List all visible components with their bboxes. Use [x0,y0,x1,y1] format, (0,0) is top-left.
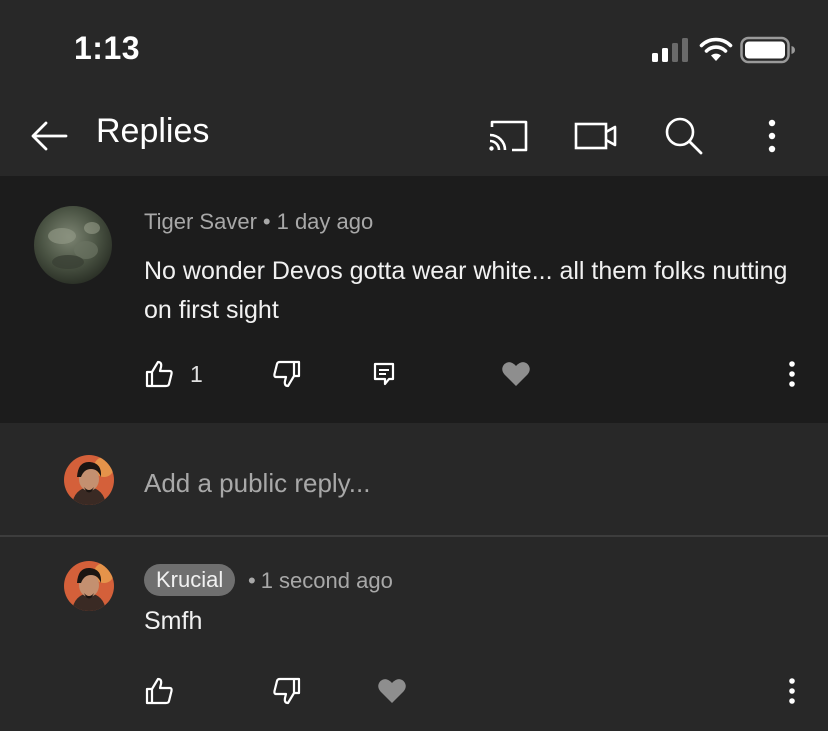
reply-actions [0,671,828,711]
dislike-button[interactable] [272,671,302,711]
reply-text: Smfh [144,607,203,635]
reply-composer [0,423,828,535]
more-vert-icon [768,119,776,153]
thumbs-up-icon [145,677,173,705]
comment-text: No wonder Devos gotta wear white... all … [144,257,788,324]
cellular-signal-icon [652,38,688,62]
battery-icon [740,36,795,64]
meta-separator: • [248,568,256,593]
creator-heart-button[interactable] [501,354,531,394]
reply-time: 1 second ago [260,568,393,593]
comment-author[interactable]: Tiger Saver [144,209,257,234]
create-video-button[interactable] [570,110,622,162]
page-title: Replies [96,112,210,150]
reply-button[interactable] [372,354,396,394]
reply-meta: • 1 second ago [248,568,393,594]
thumbs-down-icon [273,360,301,388]
heart-icon [502,362,530,386]
app-header: Replies [0,98,828,176]
creator-heart-button[interactable] [377,671,407,711]
like-button[interactable] [144,671,174,711]
comment-actions: 1 [0,354,828,394]
search-icon [665,117,703,155]
cast-button[interactable] [482,110,534,162]
reply-avatar-image [64,561,114,611]
status-bar: 1:13 [0,0,828,98]
more-vert-icon [789,678,795,704]
parent-comment: Tiger Saver • 1 day ago No wonder Devos go… [0,176,828,423]
reply-comment: Krucial • 1 second ago Smfh [0,537,828,731]
reply-input[interactable] [144,465,744,501]
thumbs-up-icon [145,360,173,388]
reply-avatar[interactable] [64,561,114,611]
like-button[interactable]: 1 [144,354,203,394]
back-button[interactable] [24,111,74,161]
avatar[interactable] [34,206,112,284]
video-camera-icon [574,122,617,150]
more-vert-icon [789,361,795,387]
search-button[interactable] [658,110,710,162]
cast-icon [489,120,528,152]
back-arrow-icon [31,121,68,151]
comment-time: 1 day ago [276,209,374,234]
user-avatar [64,455,114,505]
heart-icon [378,679,406,703]
more-options-button[interactable] [746,110,798,162]
user-avatar-image [64,455,114,505]
meta-separator: • [262,209,271,234]
dislike-button[interactable] [272,354,302,394]
thumbs-down-icon [273,677,301,705]
comment-more-button[interactable] [786,354,798,394]
comment-meta: Tiger Saver • 1 day ago [144,209,373,235]
reply-more-button[interactable] [786,671,798,711]
avatar-image [34,206,112,284]
status-time: 1:13 [74,30,141,66]
like-count: 1 [190,360,203,387]
wifi-icon [699,37,733,61]
reply-icon [373,362,395,386]
reply-author-badge[interactable]: Krucial [144,564,236,596]
